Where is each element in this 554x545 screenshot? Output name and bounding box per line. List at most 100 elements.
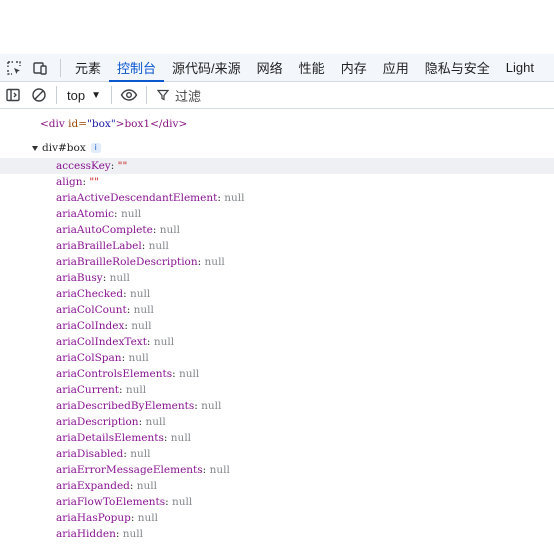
property-colon: : [165, 496, 173, 508]
property-value: null [172, 496, 193, 508]
tab-elements[interactable]: 元素 [67, 54, 109, 82]
property-key: ariaDescribedByElements [56, 400, 195, 412]
expand-triangle-icon[interactable] [32, 145, 38, 151]
inspect-element-icon[interactable] [2, 56, 26, 80]
property-colon: : [129, 480, 137, 492]
clear-console-icon[interactable] [26, 82, 52, 108]
html-close-tag: </div> [150, 118, 188, 130]
property-key: ariaDescription [56, 416, 139, 428]
tab-bar-divider [60, 58, 61, 77]
property-colon: : [102, 272, 110, 284]
tab-lighthouse[interactable]: Light [498, 54, 542, 82]
property-row[interactable]: ariaControlsElements: null [0, 366, 554, 382]
property-row[interactable]: ariaFlowToElements: null [0, 494, 554, 510]
tab-network[interactable]: 网络 [249, 54, 291, 82]
property-colon: : [146, 336, 154, 348]
property-row[interactable]: ariaDisabled: null [0, 446, 554, 462]
property-row[interactable]: ariaCurrent: null [0, 382, 554, 398]
property-key: ariaBusy [56, 272, 103, 284]
tab-console[interactable]: 控制台 [109, 54, 165, 82]
html-element-output[interactable]: <div id="box">box1</div> [40, 116, 554, 132]
property-key: ariaBrailleLabel [56, 240, 142, 252]
property-colon: : [118, 384, 126, 396]
property-colon: : [141, 240, 149, 252]
property-row[interactable]: ariaBrailleRoleDescription: null [0, 254, 554, 270]
property-colon: : [197, 256, 205, 268]
context-selector-label: top [67, 87, 86, 103]
property-value: null [159, 224, 180, 236]
property-row[interactable]: ariaColIndex: null [0, 318, 554, 334]
html-attr-value: "box" [87, 118, 116, 130]
property-row[interactable]: ariaBrailleLabel: null [0, 238, 554, 254]
property-list: accessKey: "" align: "" ariaActiveDescenda… [0, 158, 554, 542]
property-value: "" [117, 160, 128, 172]
property-row[interactable]: ariaHasPopup: null [0, 510, 554, 526]
property-key: ariaChecked [56, 288, 124, 300]
sidebar-toggle-icon[interactable] [0, 82, 26, 108]
object-header[interactable]: div#box i [32, 140, 554, 156]
property-key: ariaDisabled [56, 448, 124, 460]
tab-performance[interactable]: 性能 [291, 54, 333, 82]
property-row[interactable]: ariaDescription: null [0, 414, 554, 430]
property-key: ariaAtomic [56, 208, 115, 220]
device-toolbar-icon[interactable] [28, 56, 52, 80]
property-key: accessKey [56, 160, 111, 172]
property-value: null [137, 512, 159, 524]
property-key: ariaActiveDescendantElement [56, 192, 218, 204]
property-colon: : [172, 368, 179, 380]
property-row[interactable]: ariaAtomic: null [0, 206, 554, 222]
property-value: null [128, 352, 149, 364]
tab-application[interactable]: 应用 [375, 54, 417, 82]
property-row[interactable]: ariaErrorMessageElements: null [0, 462, 554, 478]
property-row[interactable]: ariaDescribedByElements: null [0, 398, 554, 414]
property-row[interactable]: ariaColSpan: null [0, 350, 554, 366]
property-key: ariaColSpan [56, 352, 122, 364]
property-colon: : [202, 464, 210, 476]
toolbar-divider [56, 86, 57, 104]
property-key: ariaFlowToElements [56, 496, 166, 508]
property-key: ariaColCount [56, 304, 127, 316]
filter-funnel-icon [156, 89, 169, 101]
property-value: null [145, 416, 166, 428]
property-colon: : [110, 160, 118, 172]
devtools-tab-bar: 元素 控制台 源代码/来源 网络 性能 内存 应用 隐私与安全 Light [0, 54, 554, 82]
property-colon: : [152, 224, 160, 236]
property-value: null [136, 480, 158, 492]
tab-sources[interactable]: 源代码/来源 [164, 54, 249, 82]
context-selector[interactable]: top ▼ [61, 84, 107, 106]
property-colon: : [114, 208, 121, 220]
toolbar-divider-2 [110, 86, 112, 104]
property-key: ariaAutoComplete [56, 224, 153, 236]
filter-input[interactable]: 过滤 [156, 84, 554, 106]
console-output: <div id="box">box1</div> div#box i access… [0, 110, 554, 545]
top-blank-area [0, 0, 554, 54]
property-row[interactable]: ariaHidden: null [0, 526, 554, 542]
object-header-label: div#box [42, 142, 86, 154]
toolbar-divider-3 [145, 86, 147, 104]
property-key: ariaCurrent [56, 384, 119, 396]
property-value: null [130, 448, 151, 460]
property-row[interactable]: ariaBusy: null [0, 270, 554, 286]
filter-placeholder: 过滤 [174, 88, 201, 104]
property-row[interactable]: ariaActiveDescendantElement: null [0, 190, 554, 206]
property-row[interactable]: ariaColIndexText: null [0, 334, 554, 350]
property-value: null [125, 384, 147, 396]
tab-privacy-security[interactable]: 隐私与安全 [417, 54, 498, 82]
live-expression-eye-icon[interactable] [116, 82, 142, 108]
property-value: null [120, 208, 142, 220]
property-row[interactable]: ariaDetailsElements: null [0, 430, 554, 446]
property-row[interactable]: align: "" [0, 174, 554, 190]
property-colon: : [130, 512, 138, 524]
tab-memory[interactable]: 内存 [333, 54, 375, 82]
property-key: ariaColIndexText [56, 336, 147, 348]
property-value: null [129, 288, 151, 300]
property-row[interactable]: accessKey: "" [0, 158, 554, 174]
property-value: null [131, 320, 152, 332]
property-row[interactable]: ariaExpanded: null [0, 478, 554, 494]
property-row[interactable]: ariaAutoComplete: null [0, 222, 554, 238]
html-open-tag: <div [40, 118, 65, 130]
info-badge-icon[interactable]: i [90, 143, 101, 153]
property-value: null [153, 336, 175, 348]
property-row[interactable]: ariaChecked: null [0, 286, 554, 302]
property-row[interactable]: ariaColCount: null [0, 302, 554, 318]
